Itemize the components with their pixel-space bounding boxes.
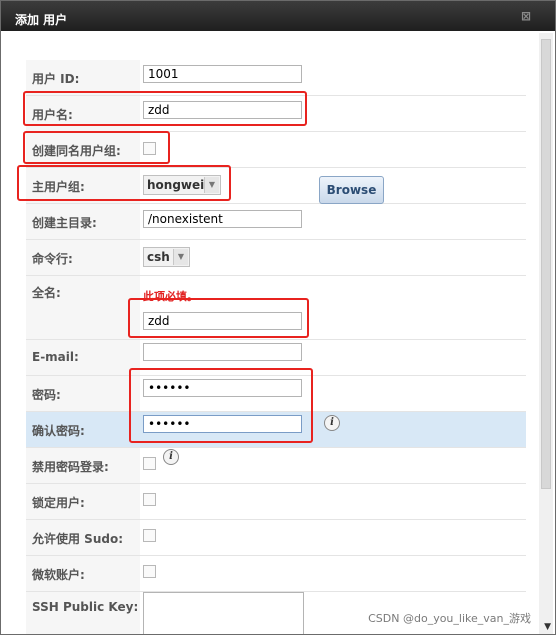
- row-username: 用户名: zdd: [26, 96, 526, 132]
- row-password: 密码: ••••••: [26, 376, 526, 412]
- full-name-input[interactable]: zdd: [143, 312, 302, 330]
- password-label: 密码:: [26, 376, 140, 411]
- disable-password-login-checkbox[interactable]: [143, 457, 156, 470]
- scroll-down-icon[interactable]: ▼: [544, 622, 551, 632]
- primary-group-select[interactable]: hongwei ▼: [143, 175, 221, 195]
- user-id-label: 用户 ID:: [26, 60, 140, 95]
- chevron-down-icon: ▼: [173, 249, 188, 265]
- email-label: E-mail:: [26, 340, 140, 375]
- watermark: CSDN @do_you_like_van_游戏: [366, 610, 533, 626]
- home-dir-label: 创建主目录:: [26, 204, 140, 239]
- confirm-password-input[interactable]: ••••••: [143, 415, 302, 433]
- chevron-down-icon: ▼: [204, 177, 219, 193]
- row-shell: 命令行: csh ▼: [26, 240, 526, 276]
- row-primary-group: 主用户组: hongwei ▼: [26, 168, 526, 204]
- user-id-input[interactable]: 1001: [143, 65, 302, 83]
- row-create-group: 创建同名用户组:: [26, 132, 526, 168]
- microsoft-account-checkbox[interactable]: [143, 565, 156, 578]
- row-full-name: 全名: zdd: [26, 276, 526, 340]
- add-user-dialog: 添加 用户 ⊠ 用户 ID: 1001 用户名: zdd 创建同名用户组: 主用…: [0, 0, 556, 635]
- row-confirm-password: 确认密码: •••••• i: [26, 412, 526, 448]
- scrollbar-thumb[interactable]: [541, 39, 551, 489]
- confirm-password-label: 确认密码:: [26, 412, 140, 447]
- row-microsoft-account: 微软账户:: [26, 556, 526, 592]
- shell-select[interactable]: csh ▼: [143, 247, 190, 267]
- create-group-label: 创建同名用户组:: [26, 132, 140, 167]
- username-input[interactable]: zdd: [143, 101, 302, 119]
- row-lock-user: 锁定用户:: [26, 484, 526, 520]
- info-icon[interactable]: i: [163, 449, 179, 465]
- primary-group-label: 主用户组:: [26, 168, 140, 203]
- username-label: 用户名:: [26, 96, 140, 131]
- row-home-dir: 创建主目录: /nonexistent: [26, 204, 526, 240]
- full-name-label: 全名:: [26, 276, 140, 339]
- password-input[interactable]: ••••••: [143, 379, 302, 397]
- ssh-public-key-textarea[interactable]: [143, 592, 304, 634]
- microsoft-account-label: 微软账户:: [26, 556, 140, 591]
- row-email: E-mail:: [26, 340, 526, 376]
- allow-sudo-label: 允许使用 Sudo:: [26, 520, 140, 555]
- required-message: 此项必填。: [143, 290, 198, 303]
- home-dir-input[interactable]: /nonexistent: [143, 210, 302, 228]
- disable-password-login-label: 禁用密码登录:: [26, 448, 140, 483]
- email-input[interactable]: [143, 343, 302, 361]
- row-user-id: 用户 ID: 1001: [26, 60, 526, 96]
- primary-group-value: hongwei: [147, 178, 205, 192]
- dialog-titlebar: 添加 用户 ⊠: [1, 1, 555, 31]
- shell-value: csh: [147, 250, 170, 264]
- dialog-title: 添加 用户: [15, 13, 68, 27]
- lock-user-label: 锁定用户:: [26, 484, 140, 519]
- vertical-scrollbar[interactable]: [539, 33, 553, 634]
- close-icon[interactable]: ⊠: [521, 9, 531, 23]
- lock-user-checkbox[interactable]: [143, 493, 156, 506]
- ssh-public-key-label: SSH Public Key:: [26, 592, 140, 634]
- allow-sudo-checkbox[interactable]: [143, 529, 156, 542]
- create-group-checkbox[interactable]: [143, 142, 156, 155]
- row-allow-sudo: 允许使用 Sudo:: [26, 520, 526, 556]
- shell-label: 命令行:: [26, 240, 140, 275]
- info-icon[interactable]: i: [324, 415, 340, 431]
- form-area: 用户 ID: 1001 用户名: zdd 创建同名用户组: 主用户组: hong…: [7, 31, 533, 634]
- browse-button[interactable]: Browse: [319, 176, 384, 204]
- row-disable-password-login: 禁用密码登录: i: [26, 448, 526, 484]
